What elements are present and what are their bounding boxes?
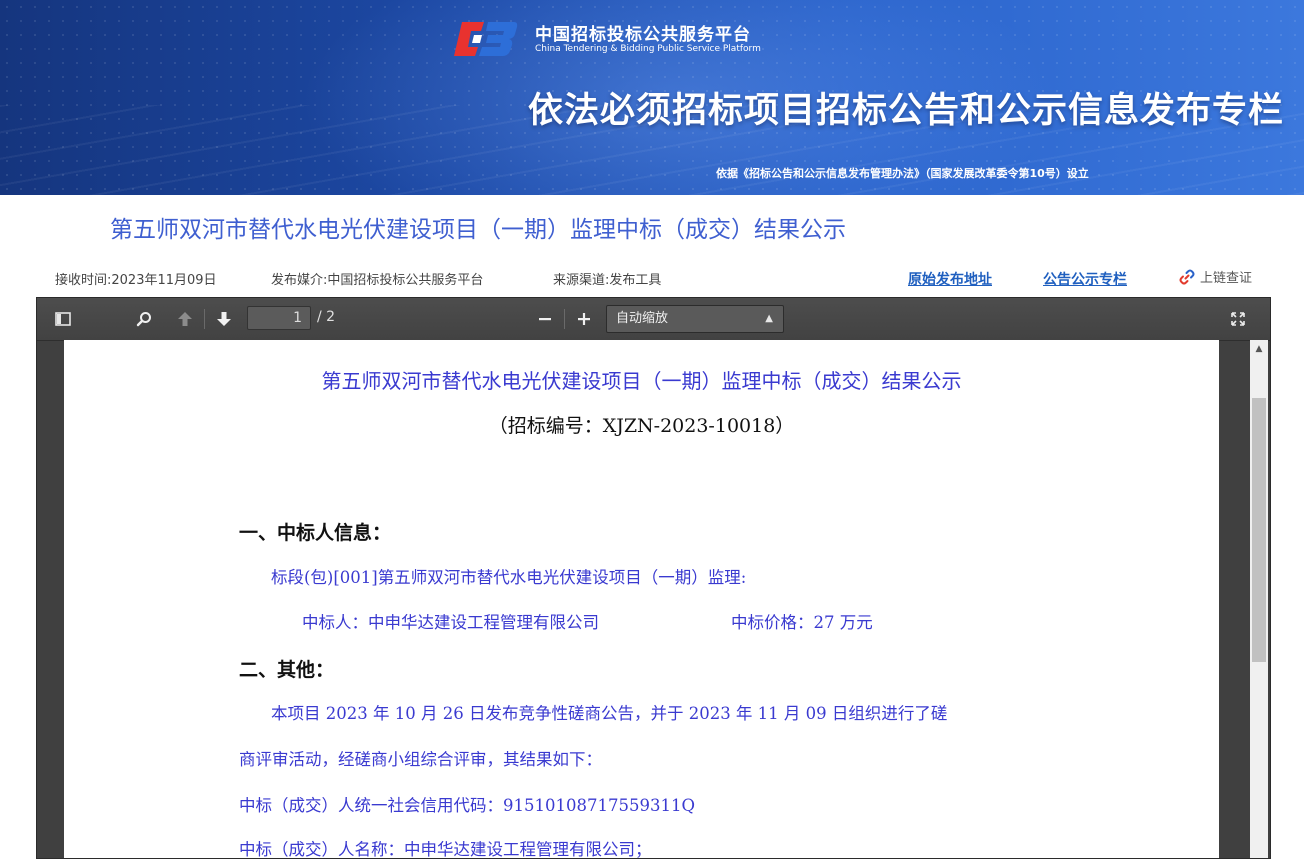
publish-media: 发布媒介:中国招标投标公共服务平台	[271, 273, 484, 288]
pdf-viewer: 1 / 2 自动缩放 ▲ 第五师双河市替代水电光伏建设项目（一期）监理中标（成交…	[36, 297, 1271, 859]
doc-tender-code: （招标编号：XJZN-2023-10018）	[488, 415, 795, 437]
arrow-down-icon	[217, 312, 231, 326]
doc-price: 中标价格：27 万元	[731, 613, 873, 632]
platform-logo-icon	[454, 22, 518, 56]
sidebar-toggle-button[interactable]	[50, 306, 76, 332]
zoom-select-value: 自动缩放	[616, 311, 669, 326]
notice-column-link[interactable]: 公告公示专栏	[1043, 269, 1127, 289]
doc-section-winner: 一、中标人信息：	[239, 522, 392, 544]
chain-check-label: 上链查证	[1200, 271, 1253, 286]
chain-link-icon	[1179, 269, 1195, 284]
page-number-input[interactable]: 1	[247, 306, 311, 330]
arrow-up-icon	[178, 312, 192, 326]
doc-paragraph-line1: 本项目 2023 年 10 月 26 日发布竞争性磋商公告，并于 2023 年 …	[271, 704, 948, 723]
notice-title: 第五师双河市替代水电光伏建设项目（一期）监理中标（成交）结果公示	[110, 217, 846, 243]
page-total: / 2	[317, 309, 336, 325]
toolbar-separator	[564, 309, 565, 329]
minus-icon	[539, 318, 551, 321]
logo-title-en: China Tendering & Bidding Public Service…	[535, 44, 761, 54]
doc-title: 第五师双河市替代水电光伏建设项目（一期）监理中标（成交）结果公示	[321, 369, 962, 393]
doc-paragraph-line2: 商评审活动，经磋商小组综合评审，其结果如下：	[239, 750, 602, 769]
doc-credit-code: 中标（成交）人统一社会信用代码：91510108717559311Q	[239, 796, 695, 815]
toolbar-separator	[204, 309, 205, 329]
next-page-button[interactable]	[211, 306, 237, 332]
plus-icon	[578, 313, 590, 325]
presentation-mode-button[interactable]	[1225, 306, 1251, 332]
logo-title-cn: 中国招标投标公共服务平台	[535, 25, 751, 45]
received-time: 接收时间:2023年11月09日	[55, 273, 217, 288]
fullscreen-icon	[1231, 312, 1245, 326]
doc-section-other: 二、其他：	[239, 659, 335, 681]
scroll-up-icon[interactable]: ▲	[1250, 344, 1268, 354]
sidebar-toggle-icon	[55, 312, 71, 326]
doc-winner-name: 中标（成交）人名称：中申华达建设工程管理有限公司；	[239, 840, 652, 859]
pdf-scrollbar[interactable]: ▲	[1250, 340, 1268, 858]
chain-check-link[interactable]: 上链查证	[1178, 267, 1252, 286]
zoom-out-button[interactable]	[532, 306, 558, 332]
banner-subtitle: 依据《招标公告和公示信息发布管理办法》（国家发展改革委令第10号）设立	[716, 167, 1089, 180]
doc-lot: 标段(包)[001]第五师双河市替代水电光伏建设项目（一期）监理:	[271, 568, 747, 587]
search-icon	[136, 312, 151, 327]
zoom-select[interactable]: 自动缩放 ▲	[606, 305, 784, 333]
select-caret-icon: ▲	[765, 313, 773, 324]
source-channel: 来源渠道:发布工具	[553, 273, 662, 288]
scrollbar-thumb[interactable]	[1252, 398, 1266, 662]
doc-winner: 中标人：中申华达建设工程管理有限公司	[302, 613, 599, 632]
pdf-toolbar: 1 / 2 自动缩放 ▲	[37, 298, 1270, 341]
zoom-in-button[interactable]	[571, 306, 597, 332]
header-banner: 中国招标投标公共服务平台 China Tendering & Bidding P…	[0, 0, 1304, 195]
previous-page-button[interactable]	[172, 306, 198, 332]
original-address-link[interactable]: 原始发布地址	[908, 269, 992, 289]
banner-title: 依法必须招标项目招标公告和公示信息发布专栏	[528, 91, 1285, 131]
pdf-page: 第五师双河市替代水电光伏建设项目（一期）监理中标（成交）结果公示 （招标编号：X…	[64, 340, 1219, 859]
find-button[interactable]	[131, 306, 157, 332]
